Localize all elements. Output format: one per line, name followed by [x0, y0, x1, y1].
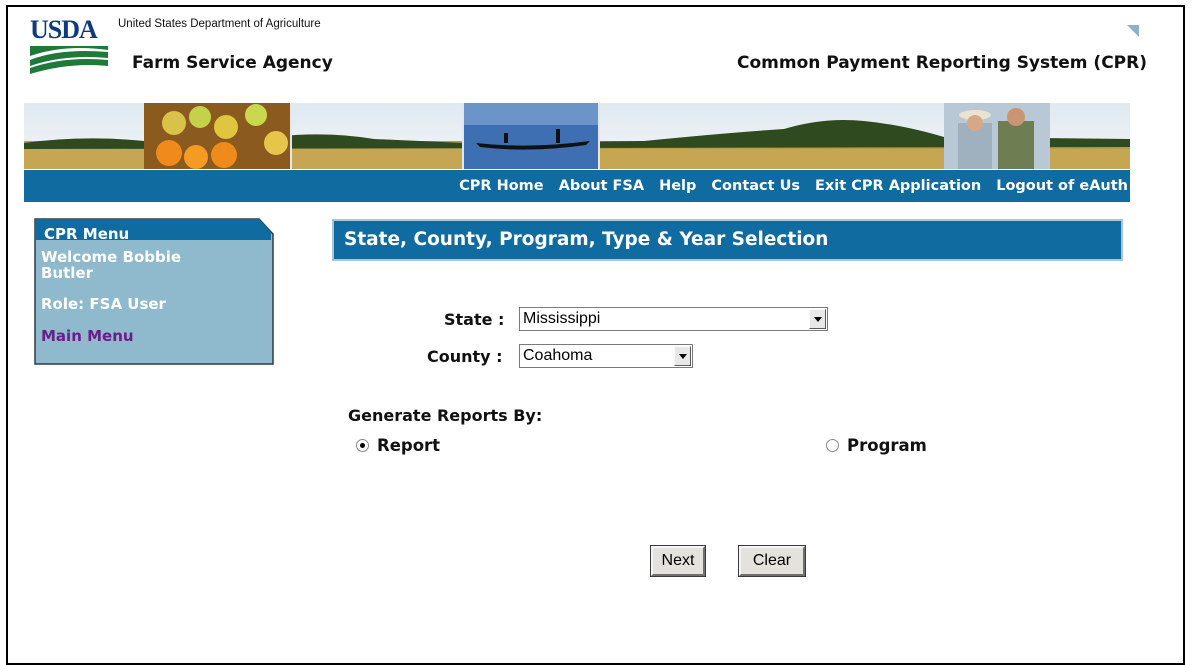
page-title: State, County, Program, Type & Year Sele…: [332, 219, 1123, 261]
top-nav-bar: CPR Home About FSA Help Contact Us Exit …: [24, 170, 1130, 202]
state-select[interactable]: Mississippi: [519, 307, 828, 331]
nav-cpr-home[interactable]: CPR Home: [459, 178, 544, 194]
generate-reports-label: Generate Reports By:: [348, 406, 543, 425]
department-name: United States Department of Agriculture: [118, 18, 321, 30]
nav-exit-cpr[interactable]: Exit CPR Application: [815, 178, 981, 194]
nav-about-fsa[interactable]: About FSA: [559, 178, 644, 194]
county-select[interactable]: Coahoma: [519, 344, 693, 368]
header-banner-image: [24, 103, 1130, 169]
nav-help[interactable]: Help: [659, 178, 696, 194]
clear-button[interactable]: Clear: [738, 545, 806, 577]
agency-name: Farm Service Agency: [132, 53, 333, 73]
cpr-side-menu: CPR Menu Welcome Bobbie Butler Role: FSA…: [34, 218, 274, 365]
radio-report[interactable]: [356, 439, 369, 452]
usda-swoosh-icon: [30, 46, 108, 74]
state-label: State :: [444, 310, 505, 329]
menu-welcome-user: Welcome Bobbie Butler: [41, 248, 182, 282]
usda-logo: USDA: [30, 16, 130, 76]
menu-title: CPR Menu: [44, 225, 130, 243]
chevron-down-icon[interactable]: [674, 346, 691, 366]
county-select-value: Coahoma: [523, 347, 593, 364]
radio-program-label: Program: [847, 436, 927, 455]
state-select-value: Mississippi: [523, 310, 601, 327]
system-title: Common Payment Reporting System (CPR): [736, 53, 1147, 73]
chevron-down-icon[interactable]: [809, 309, 826, 329]
radio-program-option[interactable]: Program: [826, 436, 927, 455]
radio-report-option[interactable]: Report: [356, 436, 440, 455]
next-button[interactable]: Next: [650, 545, 706, 577]
usda-logo-text: USDA: [30, 15, 98, 44]
nav-contact-us[interactable]: Contact Us: [711, 178, 800, 194]
corner-marker-icon: [1127, 25, 1139, 37]
radio-program[interactable]: [826, 439, 839, 452]
menu-user-role: Role: FSA User: [41, 295, 166, 313]
radio-report-label: Report: [377, 436, 441, 455]
nav-logout-eauth[interactable]: Logout of eAuth: [996, 178, 1128, 194]
menu-main-menu-link[interactable]: Main Menu: [41, 327, 134, 345]
county-label: County :: [427, 347, 503, 366]
